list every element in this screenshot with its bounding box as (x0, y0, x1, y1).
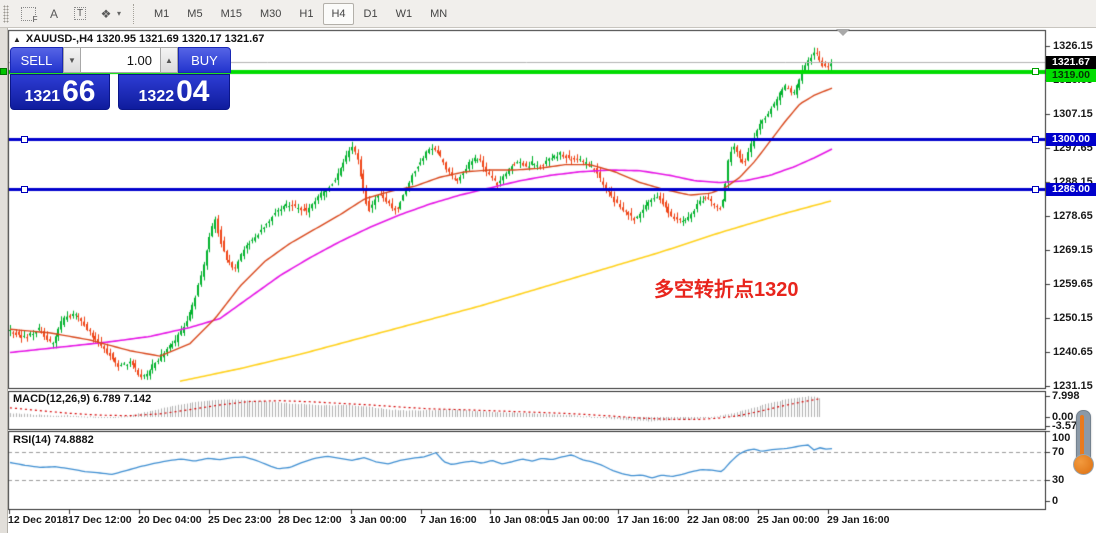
objects-dropdown-caret[interactable]: ▾ (117, 9, 127, 18)
rsi-scale-label: 70 (1052, 446, 1065, 458)
date-tick-label: 22 Jan 08:00 (687, 514, 750, 526)
level-handle-right-1319[interactable] (1032, 68, 1039, 76)
objects-glyph: ❖ (100, 6, 112, 21)
chart-title: ▲ XAUUSD-,H4 1320.95 1321.69 1320.17 132… (13, 33, 264, 45)
rsi-scale-label: 0 (1052, 495, 1059, 507)
mt4-window: F A T ❖ ▾ M1 M5 M15 M30 H1 H4 D1 W1 MN ▲ XAUUSD-… (0, 0, 1096, 533)
text-label-glyph: T (73, 7, 87, 20)
price-tick-label: 1259.65 (1053, 278, 1093, 290)
timeframe-bar: M1 M5 M15 M30 H1 H4 D1 W1 MN (145, 2, 456, 25)
date-tick-label: 25 Jan 00:00 (757, 514, 820, 526)
price-marker-1321-67: 1321.67 (1046, 55, 1096, 69)
level-handle-left-1300[interactable] (21, 136, 28, 144)
date-tick-label: 29 Jan 16:00 (827, 514, 890, 526)
volume-increase-button[interactable]: ▲ (160, 47, 178, 73)
level-handle-left-1286[interactable] (21, 186, 28, 194)
timeframe-button-m15[interactable]: M15 (213, 3, 250, 25)
timeframe-button-w1[interactable]: W1 (388, 3, 421, 25)
toolbar: F A T ❖ ▾ M1 M5 M15 M30 H1 H4 D1 W1 MN (0, 0, 1096, 28)
thermometer-icon (1071, 410, 1095, 482)
rsi-scale-label: 100 (1052, 432, 1071, 444)
date-tick-label: 12 Dec 2018 (8, 514, 69, 526)
timeframe-button-d1[interactable]: D1 (356, 3, 386, 25)
chart-title-text: XAUUSD-,H4 1320.95 1321.69 1320.17 1321.… (25, 33, 265, 45)
level-handle-right-1300[interactable] (1032, 136, 1039, 144)
ask-price-small: 1322 (138, 88, 175, 105)
time-axis[interactable]: 12 Dec 2018 17 Dec 12:00 20 Dec 04:00 25 De… (8, 510, 1046, 533)
price-tick-label: 1250.15 (1053, 312, 1093, 324)
price-tick-label: 1269.15 (1053, 244, 1093, 256)
volume-decrease-button[interactable]: ▼ (63, 47, 81, 73)
volume-input[interactable]: 1.00 (81, 47, 160, 73)
ask-price-big: 04 (176, 75, 210, 108)
macd-scale-label: 7.998 (1052, 389, 1080, 402)
price-marker-1319-00: 1319.00 (1046, 68, 1096, 82)
letter-a-icon[interactable]: A (42, 2, 66, 26)
timeframe-button-m1[interactable]: M1 (146, 3, 177, 25)
price-marker-1300-00: 1300.00 (1046, 133, 1096, 147)
text-label-icon[interactable]: T (68, 2, 92, 26)
macd-label: MACD(12,26,9) 6.789 7.142 (13, 393, 152, 405)
rsi-scale-label: 30 (1052, 474, 1065, 486)
frame-f-letter: F (32, 14, 38, 24)
price-tick-label: 1326.15 (1053, 40, 1093, 52)
rsi-label: RSI(14) 74.8882 (13, 434, 94, 446)
chart-text-annotation: 多空转折点1320 (654, 279, 799, 301)
date-tick-label: 25 Dec 23:00 (208, 514, 272, 526)
buy-button[interactable]: BUY (178, 47, 231, 73)
collapse-trade-panel-icon[interactable]: ▲ (13, 35, 21, 44)
left-panel-strip (0, 28, 8, 533)
timeframe-button-mn[interactable]: MN (422, 3, 455, 25)
price-tick-label: 1307.15 (1053, 108, 1093, 120)
toolbar-separator (133, 3, 139, 24)
frame-f-icon[interactable]: F (16, 2, 40, 26)
timeframe-button-h4[interactable]: H4 (323, 2, 354, 25)
letter-a-glyph: A (49, 6, 58, 21)
price-tick-label: 1278.65 (1053, 210, 1093, 222)
bid-price-display[interactable]: 1321 66 (10, 74, 110, 110)
date-tick-label: 10 Jan 08:00 (489, 514, 552, 526)
date-tick-label: 17 Jan 16:00 (617, 514, 680, 526)
level-handle-right-1286[interactable] (1032, 186, 1039, 194)
date-tick-label: 17 Dec 12:00 (68, 514, 132, 526)
bid-price-big: 66 (62, 75, 96, 108)
bid-price-small: 1321 (24, 88, 61, 105)
date-tick-label: 28 Dec 12:00 (278, 514, 342, 526)
chart-shift-marker-icon[interactable] (836, 29, 850, 36)
one-click-trading-panel: SELL ▼ 1.00 ▲ BUY 1321 66 1322 04 (10, 47, 231, 110)
date-tick-label: 7 Jan 16:00 (420, 514, 477, 526)
date-tick-label: 20 Dec 04:00 (138, 514, 202, 526)
price-marker-1286-00: 1286.00 (1046, 183, 1096, 197)
timeframe-button-m5[interactable]: M5 (179, 3, 210, 25)
objects-icon[interactable]: ❖ (94, 2, 118, 26)
thermometer-bulb (1073, 454, 1094, 475)
sell-button[interactable]: SELL (10, 47, 63, 73)
toolbar-grip[interactable] (3, 4, 9, 23)
date-tick-label: 3 Jan 00:00 (350, 514, 407, 526)
level-handle-left-1319[interactable] (0, 68, 7, 76)
price-tick-label: 1240.65 (1053, 346, 1093, 358)
ask-price-display[interactable]: 1322 04 (118, 74, 230, 110)
date-tick-label: 15 Jan 00:00 (547, 514, 610, 526)
frame-glyph: F (20, 6, 38, 24)
timeframe-button-m30[interactable]: M30 (252, 3, 289, 25)
timeframe-button-h1[interactable]: H1 (291, 3, 321, 25)
